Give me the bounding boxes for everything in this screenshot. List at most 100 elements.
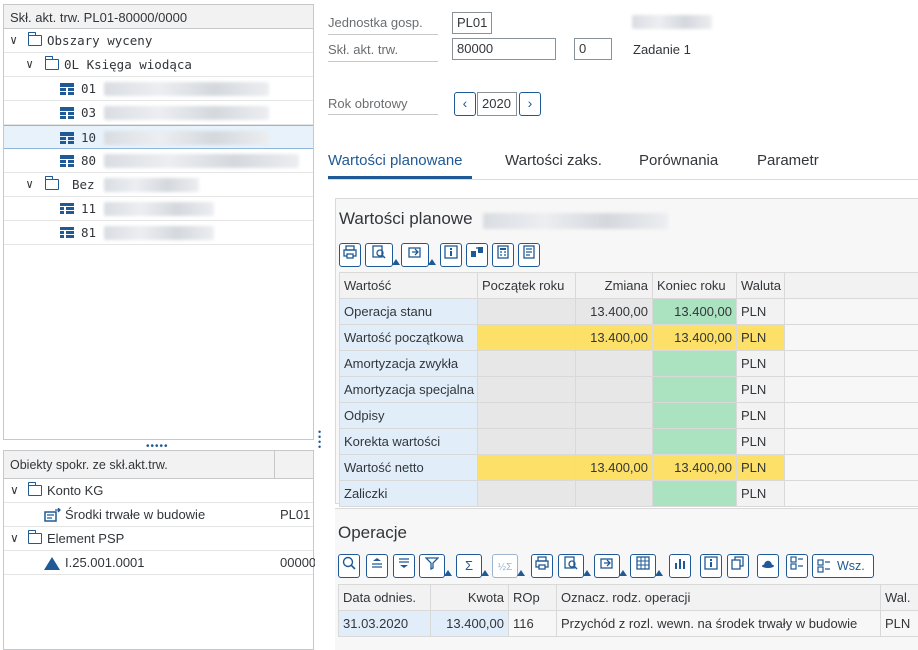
document-list-button[interactable]	[518, 243, 540, 267]
tree-node-wbs-element[interactable]: ∨ Element PSP	[4, 527, 313, 551]
tree-node-area-03[interactable]: 03	[4, 101, 313, 125]
sort-ascending-button[interactable]	[366, 554, 388, 578]
column-header[interactable]: Kwota	[430, 584, 509, 611]
year-start-cell[interactable]	[477, 454, 576, 481]
twisty-icon[interactable]: ∨	[10, 479, 19, 502]
graphic-button[interactable]	[669, 554, 691, 578]
change-cell[interactable]	[575, 376, 653, 403]
sort-descending-button[interactable]	[393, 554, 415, 578]
table-row[interactable]: Korekta wartości PLN	[339, 428, 918, 455]
posting-date-cell[interactable]: 31.03.2020	[338, 610, 431, 637]
change-cell[interactable]: 13.400,00	[575, 324, 653, 351]
details-button[interactable]	[786, 554, 808, 578]
tree-node-valuation-areas[interactable]: ∨ Obszary wyceny	[4, 29, 313, 53]
table-row[interactable]: 31.03.2020 13.400,00 116 Przychód z rozl…	[338, 610, 918, 637]
twisty-icon[interactable]: ∨	[10, 527, 19, 550]
value-type-cell[interactable]: Korekta wartości	[339, 428, 478, 455]
value-type-cell[interactable]: Odpisy	[339, 402, 478, 429]
subtotal-button[interactable]: ½Σ	[492, 554, 525, 578]
column-header[interactable]: Oznacz. rodz. operacji	[556, 584, 881, 611]
value-type-cell[interactable]: Wartość netto	[339, 454, 478, 481]
table-row[interactable]: Operacja stanu 13.400,00 13.400,00 PLN	[339, 298, 918, 325]
next-year-button[interactable]: ›	[519, 92, 541, 116]
print-button[interactable]	[531, 554, 553, 578]
export-button[interactable]	[594, 554, 627, 578]
copy-button[interactable]	[727, 554, 749, 578]
currency-cell[interactable]: PLN	[736, 350, 785, 377]
asset-number-field[interactable]: 80000	[452, 38, 556, 60]
currency-cell[interactable]: PLN	[736, 376, 785, 403]
year-start-cell[interactable]	[477, 480, 576, 507]
print-button[interactable]	[339, 243, 361, 267]
tab-comparisons[interactable]: Porównania	[639, 152, 718, 169]
calculator-button[interactable]	[492, 243, 514, 267]
table-row[interactable]: Zaliczki PLN	[339, 480, 918, 507]
value-type-cell[interactable]: Zaliczki	[339, 480, 478, 507]
currency-cell[interactable]: PLN	[736, 402, 785, 429]
column-header[interactable]: ROp	[508, 584, 557, 611]
table-row[interactable]: Amortyzacja zwykła PLN	[339, 350, 918, 377]
value-type-cell[interactable]: Amortyzacja zwykła	[339, 350, 478, 377]
year-end-cell[interactable]: 13.400,00	[652, 454, 737, 481]
asset-subnumber-field[interactable]: 0	[574, 38, 612, 60]
tab-parameters[interactable]: Parametr	[757, 152, 819, 169]
currency-cell[interactable]: PLN	[880, 610, 918, 637]
year-end-cell[interactable]	[652, 480, 737, 507]
change-cell[interactable]	[575, 402, 653, 429]
hat-button[interactable]	[757, 554, 779, 578]
column-header[interactable]: Wal.	[880, 584, 918, 611]
transaction-type-cell[interactable]: 116	[508, 610, 557, 637]
column-header[interactable]: Waluta	[736, 272, 785, 299]
select-all-button[interactable]: Wsz.	[812, 554, 874, 578]
print-preview-button[interactable]	[558, 554, 591, 578]
layout-button[interactable]	[630, 554, 663, 578]
twisty-icon[interactable]: ∨	[10, 29, 17, 52]
print-preview-button[interactable]	[365, 243, 400, 267]
fiscal-year-field[interactable]: 2020	[477, 92, 517, 116]
year-end-cell[interactable]	[652, 350, 737, 377]
tree-node-area-81[interactable]: 81	[4, 221, 313, 245]
year-end-cell[interactable]: 13.400,00	[652, 298, 737, 325]
find-button[interactable]	[338, 554, 360, 578]
currency-cell[interactable]: PLN	[736, 298, 785, 325]
year-end-cell[interactable]	[652, 402, 737, 429]
transfer-button[interactable]	[466, 243, 488, 267]
currency-cell[interactable]: PLN	[736, 428, 785, 455]
year-start-cell[interactable]	[477, 324, 576, 351]
info-button[interactable]	[440, 243, 462, 267]
change-cell[interactable]	[575, 428, 653, 455]
column-header[interactable]: Koniec roku	[652, 272, 737, 299]
value-type-cell[interactable]: Wartość początkowa	[339, 324, 478, 351]
table-row[interactable]: Odpisy PLN	[339, 402, 918, 429]
transaction-description-cell[interactable]: Przychód z rozl. wewn. na środek trwały …	[556, 610, 881, 637]
table-row[interactable]: Wartość początkowa 13.400,00 13.400,00 PLN	[339, 324, 918, 351]
year-start-cell[interactable]	[477, 298, 576, 325]
currency-cell[interactable]: PLN	[736, 324, 785, 351]
column-header[interactable]: Zmiana	[575, 272, 653, 299]
amount-cell[interactable]: 13.400,00	[430, 610, 509, 637]
tab-planned-values[interactable]: Wartości planowane	[328, 152, 463, 169]
year-start-cell[interactable]	[477, 376, 576, 403]
info-button[interactable]	[700, 554, 722, 578]
tree-node-gl-account[interactable]: ∨ Konto KG	[4, 479, 313, 503]
previous-year-button[interactable]: ‹	[454, 92, 476, 116]
tree-node-without[interactable]: ∨ Bez	[4, 173, 313, 197]
tree-node-area-10[interactable]: 10	[4, 125, 313, 149]
export-button[interactable]	[401, 243, 436, 267]
tree-node-area-01[interactable]: 01	[4, 77, 313, 101]
column-header[interactable]: Data odnies.	[338, 584, 431, 611]
year-start-cell[interactable]	[477, 350, 576, 377]
value-type-cell[interactable]: Operacja stanu	[339, 298, 478, 325]
year-start-cell[interactable]	[477, 428, 576, 455]
year-start-cell[interactable]	[477, 402, 576, 429]
tree-node-gl-item[interactable]: Środki trwałe w budowie PL01	[4, 503, 313, 527]
change-cell[interactable]: 13.400,00	[575, 454, 653, 481]
change-cell[interactable]: 13.400,00	[575, 298, 653, 325]
twisty-icon[interactable]: ∨	[26, 53, 33, 76]
table-row[interactable]: Wartość netto 13.400,00 13.400,00 PLN	[339, 454, 918, 481]
company-code-field[interactable]: PL01	[452, 12, 492, 34]
tree-node-leading-ledger[interactable]: ∨ 0L Księga wiodąca	[4, 53, 313, 77]
year-end-cell[interactable]	[652, 428, 737, 455]
column-header[interactable]: Początek roku	[477, 272, 576, 299]
filter-button[interactable]	[419, 554, 452, 578]
